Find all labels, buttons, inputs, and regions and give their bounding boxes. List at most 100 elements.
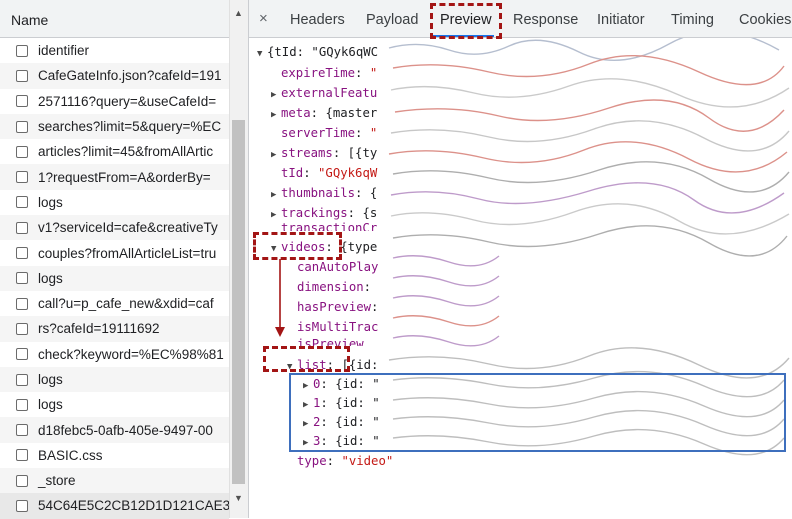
expand-triangle-icon[interactable]: ▶ <box>271 150 281 160</box>
request-detail-panel: × Headers Payload Preview Response Initi… <box>249 0 792 518</box>
request-row[interactable]: BASIC.css <box>0 443 229 468</box>
row-checkbox[interactable] <box>16 171 28 184</box>
request-row[interactable]: d18febc5-0afb-405e-9497-00 <box>0 417 229 443</box>
tree-node[interactable]: ▶ thumbnails: { <box>271 186 377 200</box>
row-checkbox[interactable] <box>16 95 28 108</box>
request-name: articles?limit=45&fromAllArtic <box>38 144 214 160</box>
row-checkbox[interactable] <box>16 348 28 361</box>
tree-node: hasPreview: <box>297 300 379 314</box>
list-item[interactable]: ▶ 2: {id: " <box>303 415 380 429</box>
row-checkbox[interactable] <box>16 44 28 57</box>
expand-triangle-icon[interactable]: ▶ <box>271 90 281 100</box>
request-name: logs <box>38 397 63 413</box>
row-checkbox[interactable] <box>16 145 28 158</box>
tree-node: isPreview <box>297 337 364 346</box>
request-row[interactable]: logs <box>0 265 229 291</box>
close-icon[interactable]: × <box>259 10 268 27</box>
request-row[interactable]: check?keyword=%EC%98%81 <box>0 342 229 367</box>
row-checkbox[interactable] <box>16 398 28 411</box>
request-name: logs <box>38 372 63 387</box>
row-checkbox[interactable] <box>16 297 28 310</box>
detail-tab-bar: × Headers Payload Preview Response Initi… <box>249 0 792 38</box>
request-name: couples?fromAllArticleList=tru <box>38 245 217 261</box>
tree-node: canAutoPlay <box>297 260 379 274</box>
row-checkbox[interactable] <box>16 474 28 487</box>
collapse-triangle-icon[interactable]: ▼ <box>287 362 297 372</box>
row-checkbox[interactable] <box>16 272 28 285</box>
request-row[interactable]: logs <box>0 190 229 215</box>
tree-node[interactable]: ▶ externalFeatu <box>271 86 377 100</box>
tree-node: isMultiTrac <box>297 320 379 334</box>
request-name: searches?limit=5&query=%EC <box>38 119 222 135</box>
request-row[interactable]: 1?requestFrom=A&orderBy= <box>0 164 229 190</box>
tab-cookies[interactable]: Cookies <box>739 12 791 28</box>
tree-node[interactable]: ▶ meta: {master <box>271 106 377 120</box>
list-item[interactable]: ▶ 1: {id: " <box>303 396 380 410</box>
list-item[interactable]: ▶ 0: {id: " <box>303 377 380 391</box>
request-name: CafeGateInfo.json?cafeId=191 <box>38 68 222 84</box>
request-row[interactable]: rs?cafeId=19111692 <box>0 316 229 342</box>
request-list-scrollbar[interactable]: ▲ ▼ <box>229 0 248 518</box>
tree-node[interactable]: ▶ trackings: {s <box>271 206 377 220</box>
tree-root[interactable]: ▼ {tId: "GQyk6qWC <box>257 45 378 59</box>
expand-triangle-icon[interactable]: ▶ <box>271 210 281 220</box>
expand-triangle-icon[interactable]: ▶ <box>303 400 313 410</box>
tab-preview[interactable]: Preview <box>440 12 492 28</box>
list-item[interactable]: ▶ 3: {id: " <box>303 434 380 448</box>
row-checkbox[interactable] <box>16 449 28 462</box>
request-row[interactable]: CafeGateInfo.json?cafeId=191 <box>0 63 229 89</box>
row-checkbox[interactable] <box>16 373 28 386</box>
request-row[interactable]: _store <box>0 468 229 494</box>
request-row[interactable]: 2571116?query=&useCafeId= <box>0 89 229 114</box>
tab-timing[interactable]: Timing <box>671 12 714 28</box>
expand-triangle-icon[interactable]: ▶ <box>303 419 313 429</box>
expand-triangle-icon[interactable]: ▶ <box>303 381 313 391</box>
tab-initiator[interactable]: Initiator <box>597 12 645 28</box>
row-checkbox[interactable] <box>16 69 28 82</box>
name-column-header[interactable]: Name <box>0 0 229 38</box>
request-list-panel: Name identifier CafeGateInfo.json?cafeId… <box>0 0 249 519</box>
tab-payload[interactable]: Payload <box>366 12 418 28</box>
request-name: d18febc5-0afb-405e-9497-00 <box>38 422 213 438</box>
row-checkbox[interactable] <box>16 247 28 260</box>
request-row[interactable]: call?u=p_cafe_new&xdid=caf <box>0 291 229 316</box>
redaction-scribble <box>388 38 790 456</box>
tree-node[interactable]: ▶ streams: [{ty <box>271 146 377 160</box>
request-row[interactable]: searches?limit=5&query=%EC <box>0 113 229 140</box>
row-checkbox[interactable] <box>16 120 28 133</box>
request-row-selected[interactable]: 54C64E5C2CB12D1D121CAE3 <box>0 493 229 519</box>
request-row[interactable]: logs <box>0 392 229 417</box>
expand-triangle-icon[interactable]: ▶ <box>271 110 281 120</box>
annotation-arrow-icon <box>275 259 285 337</box>
tree-node: dimension: <box>297 280 372 294</box>
scroll-up-arrow-icon[interactable]: ▲ <box>234 8 243 18</box>
tree-node-videos[interactable]: ▼ videos: {type <box>271 240 377 254</box>
request-name: 2571116?query=&useCafeId= <box>38 93 217 109</box>
active-tab-indicator <box>432 35 494 37</box>
tab-headers[interactable]: Headers <box>290 12 345 28</box>
row-checkbox[interactable] <box>16 196 28 209</box>
request-name: _store <box>38 473 76 489</box>
request-row[interactable]: v1?serviceId=cafe&creativeTy <box>0 215 229 241</box>
tree-node: serverTime: " <box>281 126 378 140</box>
request-row[interactable]: articles?limit=45&fromAllArtic <box>0 139 229 164</box>
request-row[interactable]: logs <box>0 366 229 393</box>
row-checkbox[interactable] <box>16 499 28 512</box>
expand-triangle-icon[interactable]: ▶ <box>303 438 313 448</box>
tab-response[interactable]: Response <box>513 12 578 28</box>
row-checkbox[interactable] <box>16 322 28 335</box>
row-checkbox[interactable] <box>16 424 28 437</box>
collapse-triangle-icon[interactable]: ▼ <box>271 244 281 254</box>
scrollbar-thumb[interactable] <box>232 120 245 484</box>
request-row[interactable]: couples?fromAllArticleList=tru <box>0 240 229 265</box>
json-preview-tree: ▼ {tId: "GQyk6qWC expireTime: " ▶ external… <box>249 38 792 518</box>
scroll-down-arrow-icon[interactable]: ▼ <box>234 493 243 503</box>
name-column-title: Name <box>11 12 49 28</box>
request-name: identifier <box>38 43 90 59</box>
tree-node-list[interactable]: ▼ list: [{id: <box>287 358 378 372</box>
collapse-triangle-icon[interactable]: ▼ <box>257 49 267 59</box>
request-name: v1?serviceId=cafe&creativeTy <box>38 220 218 236</box>
request-row[interactable]: identifier <box>0 38 229 63</box>
row-checkbox[interactable] <box>16 221 28 234</box>
expand-triangle-icon[interactable]: ▶ <box>271 190 281 200</box>
